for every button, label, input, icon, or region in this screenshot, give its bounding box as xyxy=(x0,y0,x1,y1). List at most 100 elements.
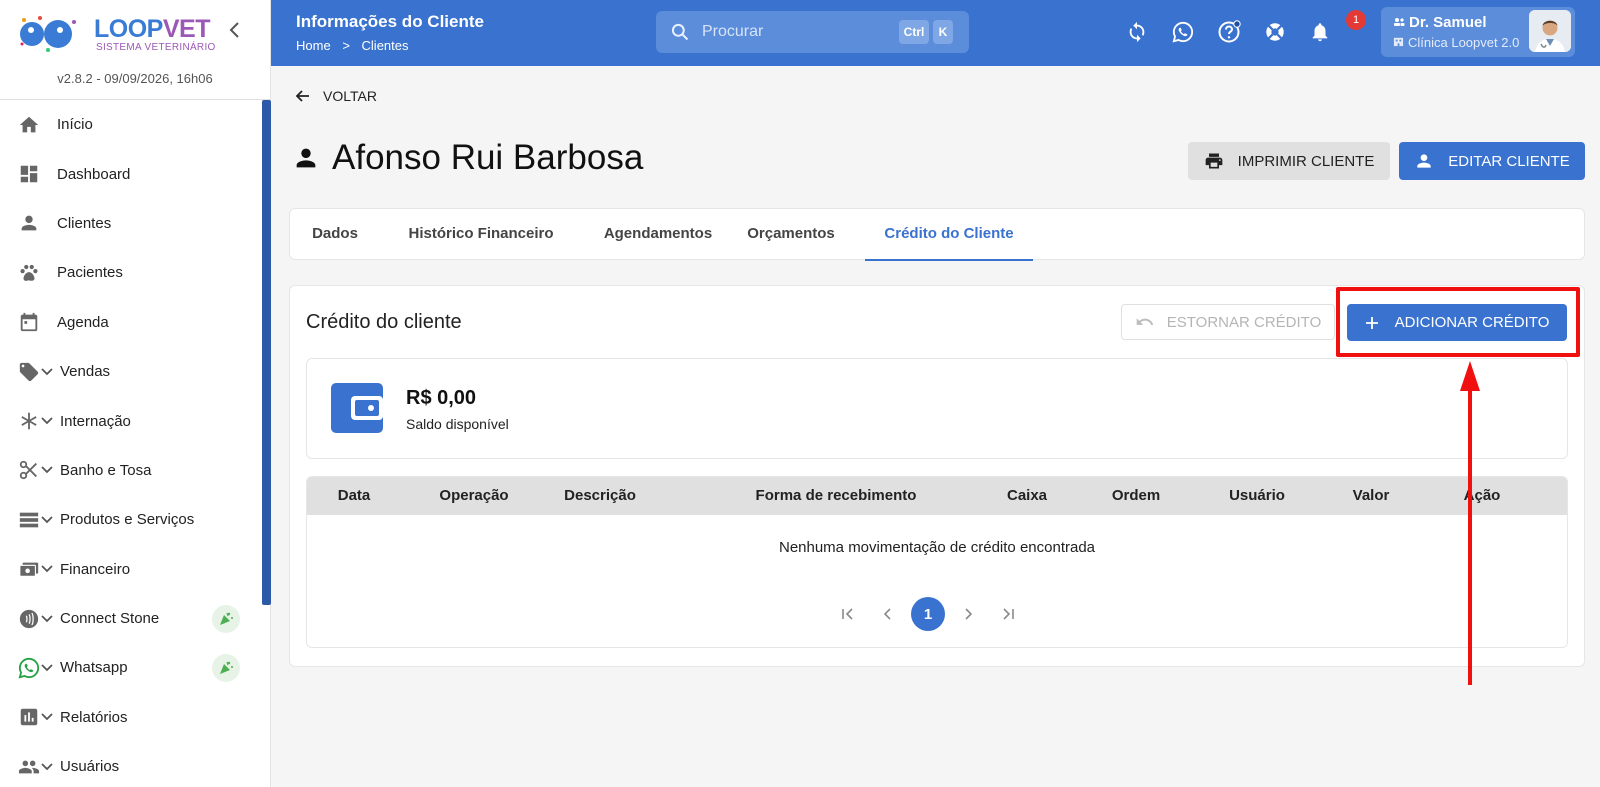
chevron-right-icon xyxy=(965,608,973,620)
breadcrumb-clientes[interactable]: Clientes xyxy=(362,38,409,53)
chevron-down-icon xyxy=(40,465,54,475)
whatsapp-button[interactable] xyxy=(1170,19,1196,45)
sidebar-item-whatsapp[interactable]: Whatsapp xyxy=(0,643,262,692)
chevron-down-icon xyxy=(40,762,54,772)
chevron-down-icon xyxy=(40,515,54,525)
page-1-button[interactable]: 1 xyxy=(911,597,945,631)
column-header-usuario[interactable]: Usuário xyxy=(1229,477,1285,515)
edit-client-label: EDITAR CLIENTE xyxy=(1448,152,1570,170)
search-input[interactable]: Procurar Ctrl K xyxy=(656,11,969,53)
chevron-down-icon xyxy=(40,564,54,574)
sidebar-item-usuarios[interactable]: Usuários xyxy=(0,742,262,787)
column-header-forma-de-recebimento[interactable]: Forma de recebimento xyxy=(756,477,917,515)
first-page-button[interactable] xyxy=(831,597,865,631)
sidebar-item-connect-stone[interactable]: Connect Stone xyxy=(0,594,262,643)
breadcrumb: Home > Clientes xyxy=(296,38,417,53)
sidebar-item-agenda[interactable]: Agenda xyxy=(0,298,262,347)
user-menu[interactable]: Dr. Samuel Clínica Loopvet 2.0 xyxy=(1381,7,1575,57)
sidebar-item-label: Vendas xyxy=(60,363,111,381)
sidebar-item-pacientes[interactable]: Pacientes xyxy=(0,248,262,297)
shortcut-ctrl-key: Ctrl xyxy=(899,20,929,44)
sidebar-item-dashboard[interactable]: Dashboard xyxy=(0,149,262,198)
column-header-operacao[interactable]: Operação xyxy=(439,477,508,515)
building-icon xyxy=(1393,37,1404,47)
sidebar-item-banho-e-tosa[interactable]: Banho e Tosa xyxy=(0,446,262,495)
sidebar-item-vendas[interactable]: Vendas xyxy=(0,347,262,396)
credit-table: Data Operação Descrição Forma de recebim… xyxy=(306,476,1568,648)
search-placeholder: Procurar xyxy=(702,23,764,40)
tag-icon xyxy=(18,361,40,383)
notifications-button[interactable] xyxy=(1307,19,1333,45)
breadcrumb-home[interactable]: Home xyxy=(296,38,331,53)
pagination: 1 xyxy=(307,597,1567,631)
sidebar-item-inicio[interactable]: Início xyxy=(0,100,262,149)
balance-amount: R$ 0,00 xyxy=(406,387,477,409)
sidebar-item-financeiro[interactable]: Financeiro xyxy=(0,545,262,594)
sidebar-item-produtos-e-servicos[interactable]: Produtos e Serviços xyxy=(0,495,262,544)
paw-icon xyxy=(18,262,40,284)
back-button[interactable]: VOLTAR xyxy=(295,88,377,104)
lifebuoy-icon xyxy=(1266,23,1284,41)
edit-client-button[interactable]: EDITAR CLIENTE xyxy=(1399,142,1585,180)
sidebar-item-label: Banho e Tosa xyxy=(60,461,152,479)
chevron-down-icon xyxy=(40,712,54,722)
chevron-down-icon xyxy=(40,367,54,377)
tab-dados[interactable]: Dados xyxy=(296,209,374,261)
tab-agendamentos[interactable]: Agendamentos xyxy=(586,209,730,261)
dashboard-icon xyxy=(18,163,40,185)
sidebar-item-internacao[interactable]: Internação xyxy=(0,396,262,445)
chevron-down-icon xyxy=(40,663,54,673)
column-header-descricao[interactable]: Descrição xyxy=(564,477,636,515)
tab-orcamentos[interactable]: Orçamentos xyxy=(736,209,846,261)
printer-icon xyxy=(1205,153,1222,169)
table-header: Data Operação Descrição Forma de recebim… xyxy=(307,477,1567,515)
tab-credito-do-cliente[interactable]: Crédito do Cliente xyxy=(865,209,1033,261)
refund-credit-label: ESTORNAR CRÉDITO xyxy=(1166,313,1322,331)
client-name: Afonso Rui Barbosa xyxy=(332,138,644,177)
notification-count-badge: 1 xyxy=(1346,10,1366,30)
sidebar-item-label: Financeiro xyxy=(60,560,131,578)
arrow-left-icon xyxy=(295,90,309,102)
previous-page-button[interactable] xyxy=(871,597,905,631)
party-popper-icon xyxy=(212,653,240,682)
last-page-button[interactable] xyxy=(991,597,1025,631)
next-page-button[interactable] xyxy=(951,597,985,631)
page-title: Informações do Cliente xyxy=(296,12,484,31)
sidebar-scrollbar[interactable] xyxy=(262,100,271,605)
sidebar-item-label: Usuários xyxy=(60,758,120,776)
top-bar: Informações do Cliente Home > Clientes P… xyxy=(271,0,1600,66)
last-page-icon xyxy=(1003,608,1014,620)
help-button[interactable] xyxy=(1216,19,1242,45)
client-tabs: Dados Histórico Financeiro Agendamentos … xyxy=(289,208,1585,261)
column-header-caixa[interactable]: Caixa xyxy=(1007,477,1047,515)
balance-panel: R$ 0,00 Saldo disponível xyxy=(306,358,1568,459)
breadcrumb-separator: > xyxy=(342,38,350,53)
annotation-arrow-icon xyxy=(1460,361,1480,685)
contactless-icon xyxy=(18,608,40,630)
logo-subtitle: SISTEMA VETERINÁRIO xyxy=(96,42,216,53)
column-header-ordem[interactable]: Ordem xyxy=(1112,477,1160,515)
column-header-valor[interactable]: Valor xyxy=(1353,477,1390,515)
person-icon xyxy=(18,212,40,234)
sidebar-nav: Início Dashboard Clientes Pacientes Agen… xyxy=(0,100,262,787)
highlight-box xyxy=(1336,287,1580,357)
users-icon xyxy=(1394,18,1405,26)
collapse-sidebar-button[interactable] xyxy=(228,20,248,44)
sidebar-item-label: Produtos e Serviços xyxy=(60,511,195,529)
search-icon xyxy=(671,23,689,41)
empty-table-message: Nenhuma movimentação de crédito encontra… xyxy=(778,539,1096,556)
back-label: VOLTAR xyxy=(323,88,377,104)
refund-credit-button[interactable]: ESTORNAR CRÉDITO xyxy=(1121,304,1335,340)
sidebar-item-relatorios[interactable]: Relatórios xyxy=(0,693,262,742)
chevron-down-icon xyxy=(40,416,54,426)
tab-historico-financeiro[interactable]: Histórico Financeiro xyxy=(390,209,572,261)
sync-button[interactable] xyxy=(1124,19,1150,45)
column-header-data[interactable]: Data xyxy=(338,477,371,515)
sidebar-item-label: Dashboard xyxy=(57,165,131,183)
print-client-button[interactable]: IMPRIMIR CLIENTE xyxy=(1188,142,1390,180)
sidebar-item-clientes[interactable]: Clientes xyxy=(0,199,262,248)
home-icon xyxy=(18,114,40,136)
chevron-left-icon xyxy=(883,608,891,620)
support-button[interactable] xyxy=(1262,19,1288,45)
calendar-icon xyxy=(18,311,40,333)
